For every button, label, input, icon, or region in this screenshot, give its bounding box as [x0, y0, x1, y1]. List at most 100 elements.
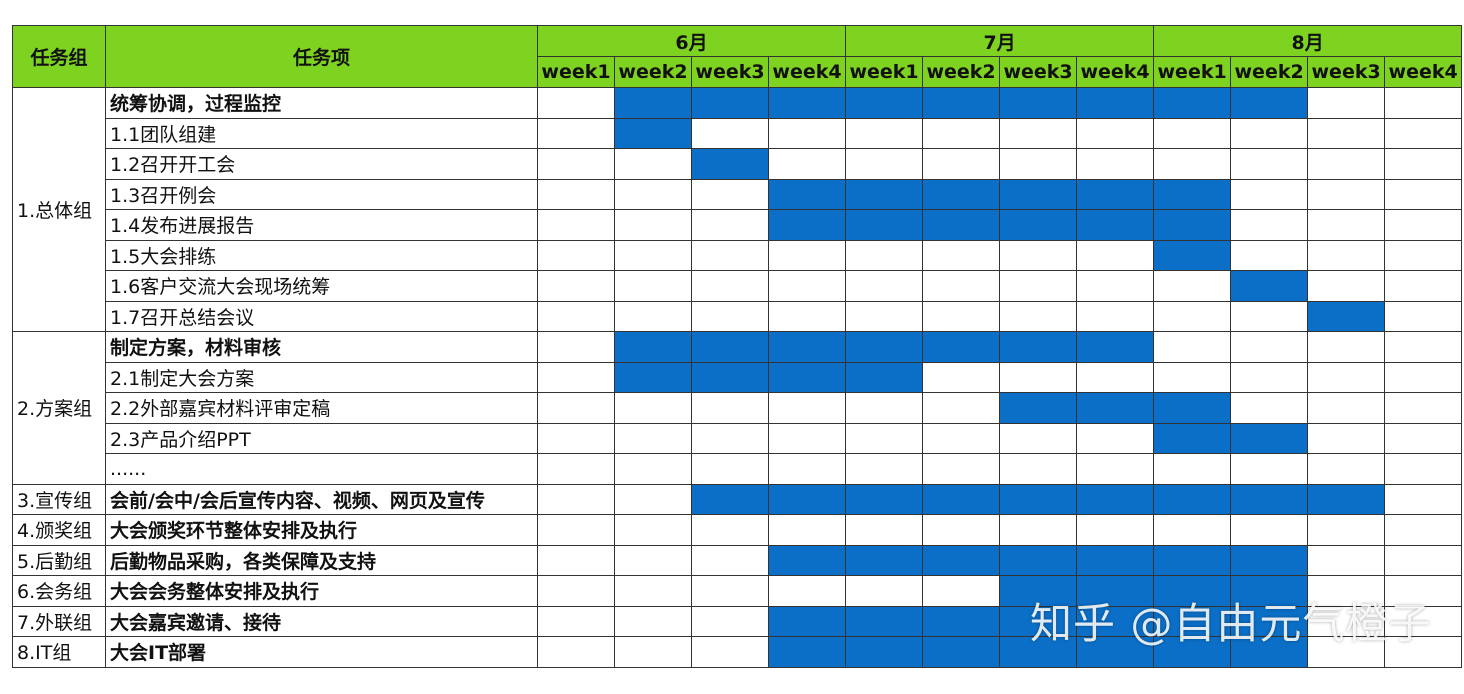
gantt-bar-cell [845, 209, 924, 241]
gantt-empty-cell [1230, 209, 1309, 241]
group-name-cell: 3.宣传组 [12, 483, 106, 515]
table-row: 2.1制定大会方案 [13, 361, 1463, 393]
table-row: 1.4发布进展报告 [13, 209, 1463, 241]
gantt-empty-cell [537, 544, 615, 576]
gantt-bar-cell [999, 544, 1078, 576]
gantt-empty-cell [614, 544, 692, 576]
task-name-cell: 统筹协调，过程监控 [105, 87, 538, 119]
task-name-cell: ...... [105, 453, 538, 485]
gantt-bar-cell [767, 483, 847, 515]
table-row: 1.总体组 统筹协调，过程监控 [12, 87, 1463, 332]
gantt-bar-cell [1230, 270, 1309, 302]
week-header: week2 [1230, 56, 1309, 88]
gantt-bar-cell [1307, 483, 1386, 515]
gantt-bar-cell [999, 178, 1078, 210]
gantt-empty-cell [922, 270, 1001, 302]
gantt-bar-cell [1153, 87, 1232, 119]
gantt-empty-cell [1230, 117, 1309, 149]
week-header: week4 [767, 56, 847, 88]
gantt-empty-cell [1307, 575, 1386, 607]
gantt-empty-cell [999, 514, 1078, 546]
group-name-cell: 5.后勤组 [12, 544, 106, 576]
gantt-empty-cell [767, 239, 847, 271]
gantt-empty-cell [537, 178, 615, 210]
gantt-bar-cell [1153, 239, 1232, 271]
gantt-bar-cell [922, 178, 1001, 210]
gantt-empty-cell [1384, 453, 1463, 485]
gantt-table: 任务组 任务项 6月 7月 8月 week1 week2 week3 week4… [12, 25, 1463, 668]
gantt-empty-cell [1384, 300, 1463, 332]
gantt-empty-cell [1230, 239, 1309, 271]
gantt-empty-cell [767, 453, 847, 485]
gantt-bar-cell [1230, 422, 1309, 454]
gantt-empty-cell [922, 148, 1001, 180]
table-row: 2.2外部嘉宾材料评审定稿 [13, 392, 1463, 424]
task-name-cell: 1.5大会排练 [105, 239, 538, 271]
gantt-bar-cell [1153, 178, 1232, 210]
gantt-empty-cell [537, 483, 615, 515]
task-name-cell: 1.2召开开工会 [105, 148, 538, 180]
gantt-bar-cell [1153, 544, 1232, 576]
task-name-cell: 1.1团队组建 [105, 117, 538, 149]
gantt-empty-cell [1384, 605, 1463, 637]
gantt-bar-cell [691, 361, 769, 393]
gantt-empty-cell [922, 361, 1001, 393]
gantt-bar-cell [999, 605, 1078, 637]
table-row: 2.方案组 制定方案，材料审核 [12, 331, 1463, 485]
task-name-cell: 2.2外部嘉宾材料评审定稿 [105, 392, 538, 424]
gantt-empty-cell [614, 270, 692, 302]
table-row: ...... [13, 453, 1463, 485]
gantt-empty-cell [537, 87, 615, 119]
table-row: 6.会务组 大会会务整体安排及执行 [12, 575, 1463, 607]
gantt-empty-cell [1384, 239, 1463, 271]
gantt-bar-cell [845, 544, 924, 576]
task-name-cell: 1.3召开例会 [105, 178, 538, 210]
week-header: week1 [537, 56, 615, 88]
group-name-cell: 4.颁奖组 [12, 514, 106, 546]
gantt-empty-cell [922, 422, 1001, 454]
month-header: 7月 [845, 25, 1155, 57]
gantt-bar-cell [999, 392, 1078, 424]
week-header: week1 [845, 56, 924, 88]
gantt-bar-cell [1076, 544, 1155, 576]
gantt-empty-cell [1230, 361, 1309, 393]
gantt-bar-cell [999, 209, 1078, 241]
gantt-bar-cell [1153, 392, 1232, 424]
gantt-bar-cell [1076, 636, 1155, 668]
gantt-empty-cell [1384, 331, 1463, 363]
gantt-empty-cell [845, 422, 924, 454]
gantt-empty-cell [1384, 422, 1463, 454]
task-name-cell: 1.6客户交流大会现场统筹 [105, 270, 538, 302]
gantt-empty-cell [845, 300, 924, 332]
gantt-empty-cell [1230, 331, 1309, 363]
gantt-empty-cell [691, 575, 769, 607]
gantt-empty-cell [1384, 270, 1463, 302]
gantt-empty-cell [1307, 148, 1386, 180]
group-name-cell: 2.方案组 [12, 331, 106, 485]
gantt-bar-cell [767, 605, 847, 637]
gantt-empty-cell [1384, 361, 1463, 393]
gantt-empty-cell [537, 361, 615, 393]
gantt-empty-cell [614, 605, 692, 637]
gantt-empty-cell [1307, 514, 1386, 546]
week-header: week3 [691, 56, 769, 88]
gantt-empty-cell [1076, 300, 1155, 332]
gantt-empty-cell [767, 300, 847, 332]
table-row: 1.2召开开工会 [13, 148, 1463, 180]
gantt-empty-cell [1153, 331, 1232, 363]
gantt-bar-cell [922, 636, 1001, 668]
gantt-empty-cell [1076, 270, 1155, 302]
gantt-bar-cell [845, 483, 924, 515]
gantt-empty-cell [1076, 239, 1155, 271]
gantt-bar-cell [767, 178, 847, 210]
gantt-empty-cell [1384, 544, 1463, 576]
gantt-empty-cell [1384, 483, 1463, 515]
gantt-empty-cell [767, 148, 847, 180]
gantt-bar-cell [845, 361, 924, 393]
gantt-empty-cell [691, 422, 769, 454]
gantt-bar-cell [1076, 575, 1155, 607]
table-row: 2.3产品介绍PPT [13, 422, 1463, 454]
gantt-empty-cell [767, 575, 847, 607]
gantt-empty-cell [1230, 148, 1309, 180]
gantt-empty-cell [1153, 117, 1232, 149]
